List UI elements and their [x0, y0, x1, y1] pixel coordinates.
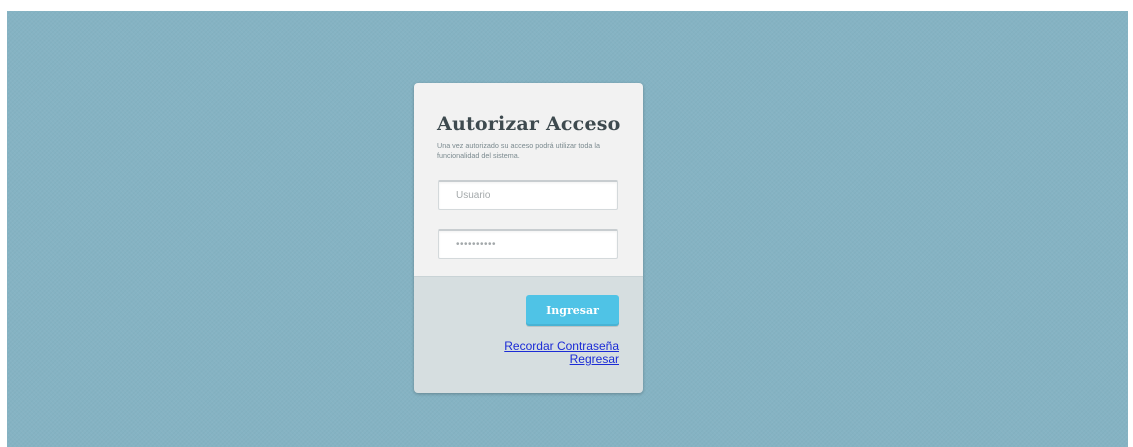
username-input[interactable] — [438, 180, 618, 210]
login-title: Autorizar Acceso — [437, 113, 621, 135]
login-description: Una vez autorizado su acceso podrá utili… — [437, 141, 601, 160]
back-link[interactable]: Regresar — [504, 353, 619, 366]
page-background: Autorizar Acceso Una vez autorizado su a… — [7, 11, 1128, 447]
login-card: Autorizar Acceso Una vez autorizado su a… — [414, 83, 643, 393]
login-links: Recordar Contraseña Regresar — [504, 340, 619, 366]
login-actions-area — [414, 276, 643, 393]
password-input[interactable] — [438, 229, 618, 259]
login-submit-button[interactable]: Ingresar — [526, 295, 619, 326]
login-form-area: Autorizar Acceso Una vez autorizado su a… — [414, 83, 643, 276]
